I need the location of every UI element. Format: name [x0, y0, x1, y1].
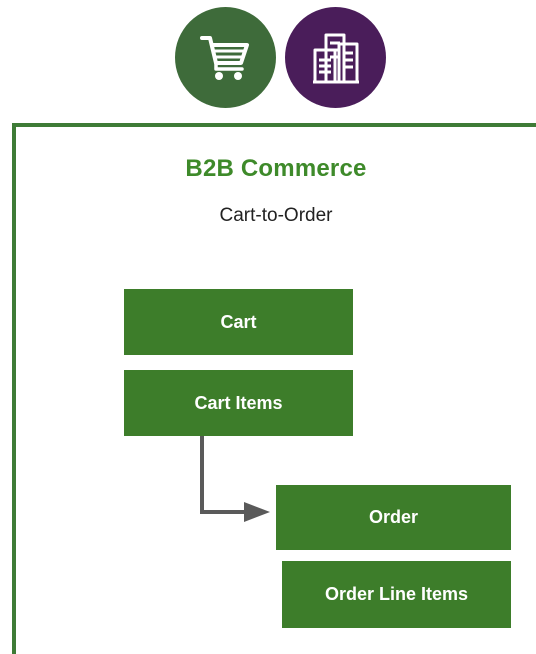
diagram-subtitle: Cart-to-Order	[219, 205, 333, 226]
shopping-cart-icon	[199, 35, 249, 80]
cart-node: Cart	[124, 289, 353, 355]
building-icon-circle	[285, 7, 386, 108]
order-node: Order	[276, 485, 511, 550]
cart-items-node: Cart Items	[124, 370, 353, 436]
cart-icon-circle	[175, 7, 276, 108]
diagram-title: B2B Commerce	[185, 155, 367, 182]
building-icon	[312, 33, 359, 83]
order-line-items-node: Order Line Items	[282, 561, 511, 628]
